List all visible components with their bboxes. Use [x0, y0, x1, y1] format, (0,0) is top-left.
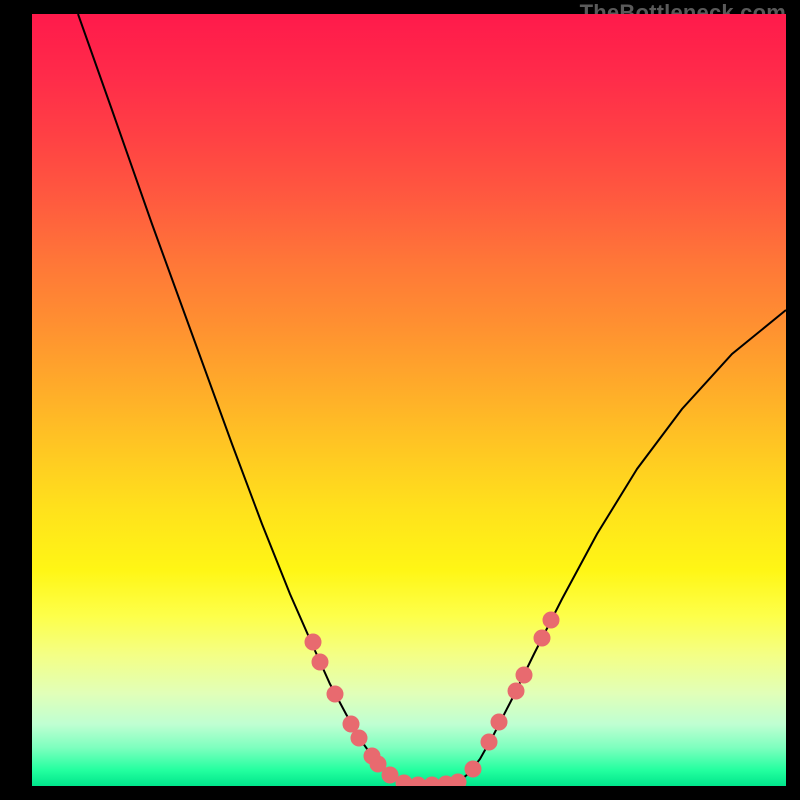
chart-stage: TheBottleneck.com	[0, 0, 800, 800]
marker-dot	[305, 634, 321, 650]
marker-dot	[508, 683, 524, 699]
curve-svg	[32, 14, 786, 786]
marker-dots-group	[305, 612, 559, 786]
marker-dot	[516, 667, 532, 683]
marker-dot	[343, 716, 359, 732]
marker-dot	[465, 761, 481, 777]
marker-dot	[543, 612, 559, 628]
marker-dot	[327, 686, 343, 702]
bottleneck-curve	[78, 14, 786, 785]
marker-dot	[312, 654, 328, 670]
marker-dot	[450, 774, 466, 786]
plot-area	[32, 14, 786, 786]
marker-dot	[382, 767, 398, 783]
marker-dot	[481, 734, 497, 750]
marker-dot	[351, 730, 367, 746]
marker-dot	[491, 714, 507, 730]
marker-dot	[534, 630, 550, 646]
